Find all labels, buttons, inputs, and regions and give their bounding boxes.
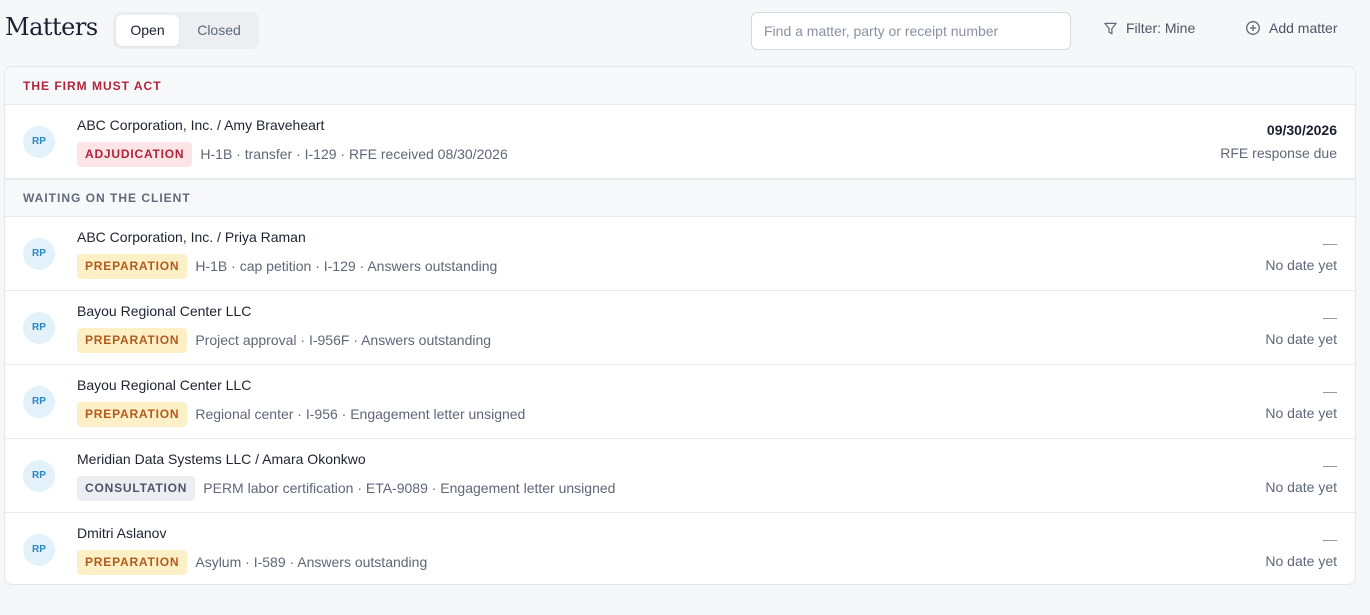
matter-details: Asylum · I-589 · Answers outstanding — [195, 554, 428, 570]
tab-closed[interactable]: Closed — [183, 15, 255, 46]
matter-row[interactable]: RP ABC Corporation, Inc. / Priya Raman P… — [5, 217, 1355, 291]
matter-meta: ADJUDICATION H-1B · transfer · I-129 · R… — [77, 141, 508, 167]
matter-details: Project approval · I-956F · Answers outs… — [195, 332, 492, 348]
due-note: No date yet — [1265, 331, 1337, 347]
plus-circle-icon — [1246, 21, 1260, 35]
status-segmented-control: Open Closed — [113, 12, 259, 49]
due-date: — — [1323, 531, 1337, 547]
matter-row[interactable]: RP Meridian Data Systems LLC / Amara Oko… — [5, 439, 1355, 513]
search-input[interactable] — [751, 12, 1071, 50]
matter-row[interactable]: RP ABC Corporation, Inc. / Amy Bravehear… — [5, 105, 1355, 179]
stage-badge: PREPARATION — [77, 253, 188, 279]
top-bar: Matters Open Closed Filter: Mine Add mat… — [0, 0, 1370, 62]
tab-open[interactable]: Open — [116, 15, 179, 46]
matter-title: Bayou Regional Center LLC — [77, 303, 252, 319]
matter-details: PERM labor certification · ETA-9089 · En… — [203, 480, 616, 496]
matter-title: Dmitri Aslanov — [77, 525, 167, 541]
matter-meta: PREPARATION H-1B · cap petition · I-129 … — [77, 253, 497, 279]
avatar: RP — [23, 386, 55, 418]
page-title: Matters — [5, 13, 98, 41]
add-matter-button[interactable]: Add matter — [1245, 18, 1337, 38]
due-date: — — [1323, 309, 1337, 325]
filter-label: Filter: Mine — [1126, 20, 1196, 36]
due-note: No date yet — [1265, 257, 1337, 273]
stage-badge: PREPARATION — [77, 549, 188, 575]
matter-title: ABC Corporation, Inc. / Priya Raman — [77, 229, 306, 245]
matter-title: ABC Corporation, Inc. / Amy Braveheart — [77, 117, 325, 133]
matter-row[interactable]: RP Bayou Regional Center LLC PREPARATION… — [5, 365, 1355, 439]
filter-button[interactable]: Filter: Mine — [1103, 18, 1195, 38]
due-date: — — [1323, 457, 1337, 473]
due-date: — — [1323, 383, 1337, 399]
matter-meta: PREPARATION Regional center · I-956 · En… — [77, 401, 525, 427]
section-header-waiting-on-client: WAITING ON THE CLIENT — [5, 179, 1355, 217]
stage-badge: PREPARATION — [77, 327, 188, 353]
section-header-firm-must-act: THE FIRM MUST ACT — [5, 67, 1355, 105]
matter-row[interactable]: RP Bayou Regional Center LLC PREPARATION… — [5, 291, 1355, 365]
stage-badge: PREPARATION — [77, 401, 188, 427]
stage-badge: CONSULTATION — [77, 475, 196, 501]
matter-details: Regional center · I-956 · Engagement let… — [195, 406, 526, 422]
matter-title: Bayou Regional Center LLC — [77, 377, 252, 393]
avatar: RP — [23, 534, 55, 566]
matter-details: H-1B · transfer · I-129 · RFE received 0… — [200, 146, 508, 162]
avatar: RP — [23, 126, 55, 158]
add-matter-label: Add matter — [1269, 20, 1338, 36]
avatar: RP — [23, 312, 55, 344]
matter-title: Meridian Data Systems LLC / Amara Okonkw… — [77, 451, 366, 467]
funnel-icon — [1104, 22, 1117, 34]
matter-row[interactable]: RP Dmitri Aslanov PREPARATION Asylum · I… — [5, 513, 1355, 584]
due-note: RFE response due — [1220, 145, 1337, 161]
due-note: No date yet — [1265, 479, 1337, 495]
matters-panel: THE FIRM MUST ACT RP ABC Corporation, In… — [4, 66, 1356, 585]
matter-details: H-1B · cap petition · I-129 · Answers ou… — [195, 258, 498, 274]
avatar: RP — [23, 238, 55, 270]
due-note: No date yet — [1265, 405, 1337, 421]
matter-meta: CONSULTATION PERM labor certification · … — [77, 475, 615, 501]
stage-badge: ADJUDICATION — [77, 141, 193, 167]
matter-meta: PREPARATION Project approval · I-956F · … — [77, 327, 491, 353]
due-date: — — [1323, 235, 1337, 251]
avatar: RP — [23, 460, 55, 492]
due-date: 09/30/2026 — [1266, 122, 1337, 138]
due-note: No date yet — [1265, 553, 1337, 569]
matter-meta: PREPARATION Asylum · I-589 · Answers out… — [77, 549, 427, 575]
